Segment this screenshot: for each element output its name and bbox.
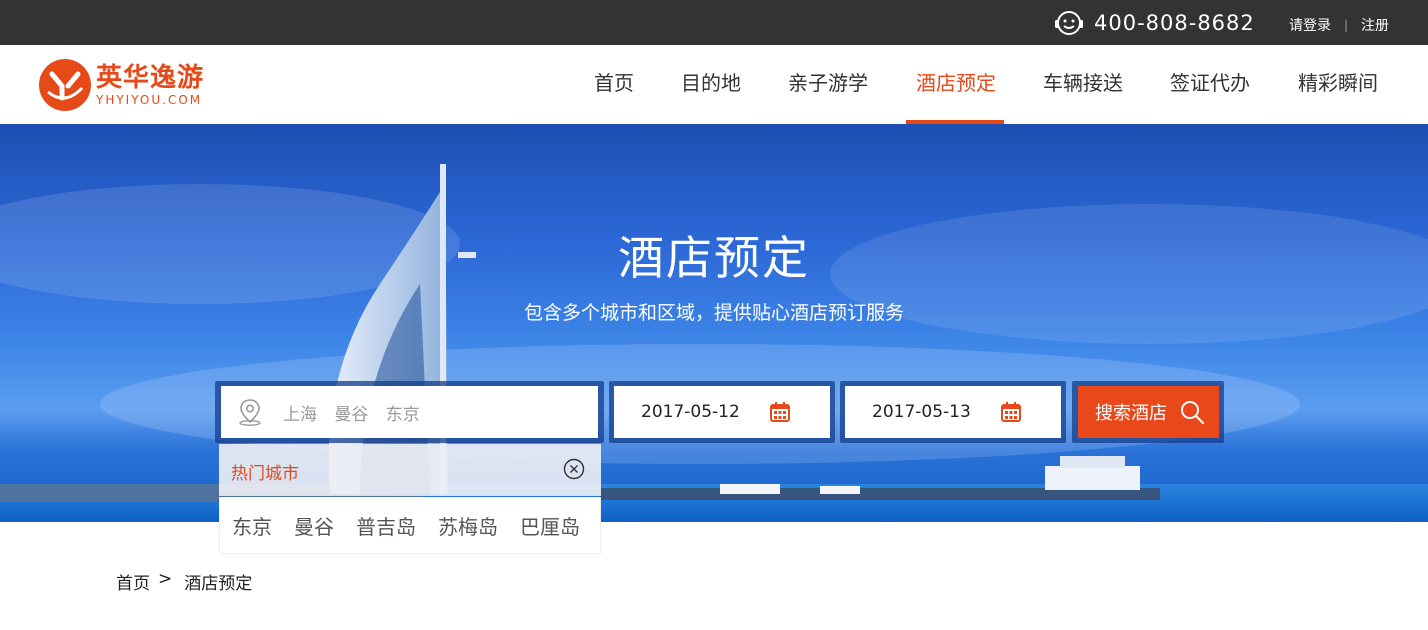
- hot-city-item[interactable]: 曼谷: [294, 511, 334, 540]
- logo-name-cn: 英华逸游: [96, 63, 205, 93]
- hot-city-item[interactable]: 巴厘岛: [520, 511, 580, 540]
- headset-smiley-icon: [1055, 11, 1083, 35]
- nav-home[interactable]: 首页: [594, 45, 634, 124]
- top-utility-bar: 400-808-8682 请登录 | 注册: [0, 0, 1428, 45]
- phone-number: 400-808-8682: [1094, 11, 1255, 35]
- location-pin-icon: [239, 399, 261, 426]
- nav-family-study[interactable]: 亲子游学: [788, 45, 868, 124]
- checkin-date-field[interactable]: 2017-05-12: [614, 386, 830, 438]
- search-button-label: 搜索酒店: [1095, 403, 1167, 424]
- checkout-date: 2017-05-13: [872, 402, 971, 422]
- calendar-icon: [770, 402, 790, 422]
- breadcrumb-separator: >: [158, 569, 173, 589]
- checkin-date: 2017-05-12: [641, 402, 740, 422]
- nav-car-transfer[interactable]: 车辆接送: [1043, 45, 1123, 124]
- auth-separator: |: [1344, 18, 1349, 32]
- city-input[interactable]: 上海 曼谷 东京: [221, 386, 598, 438]
- search-hotel-button[interactable]: 搜索酒店: [1078, 386, 1219, 438]
- auth-links: 请登录 | 注册: [1289, 15, 1389, 35]
- nav-highlights[interactable]: 精彩瞬间: [1298, 45, 1378, 124]
- logo-name-en: YHYIYOU.COM: [96, 93, 203, 107]
- hot-cities-header: 热门城市: [219, 444, 601, 496]
- nav-destinations[interactable]: 目的地: [681, 45, 741, 124]
- magnifier-icon: [1181, 401, 1205, 425]
- close-circle-icon[interactable]: [563, 458, 585, 480]
- breadcrumb: 首页 > 酒店预定: [116, 569, 252, 594]
- hero-subtitle: 包含多个城市和区域，提供贴心酒店预订服务: [523, 302, 904, 324]
- hotline: 400-808-8682: [1054, 8, 1255, 38]
- hero-banner: 酒店预定 包含多个城市和区域，提供贴心酒店预订服务: [0, 124, 1428, 522]
- hot-city-item[interactable]: 苏梅岛: [438, 511, 498, 540]
- calendar-icon: [1001, 402, 1021, 422]
- login-link[interactable]: 请登录: [1289, 15, 1331, 35]
- hot-cities-title: 热门城市: [231, 464, 299, 484]
- hot-cities-list: 东京 曼谷 普吉岛 苏梅岛 巴厘岛: [219, 497, 601, 554]
- logo-text: 英华逸游 YHYIYOU.COM: [96, 63, 204, 107]
- register-link[interactable]: 注册: [1361, 15, 1389, 35]
- hot-city-item[interactable]: 东京: [232, 511, 272, 540]
- hot-city-item[interactable]: 普吉岛: [356, 511, 416, 540]
- breadcrumb-home[interactable]: 首页: [116, 569, 150, 594]
- checkout-date-field[interactable]: 2017-05-13: [845, 386, 1061, 438]
- logo-mark-icon: [39, 59, 91, 111]
- nav-visa[interactable]: 签证代办: [1170, 45, 1250, 124]
- breadcrumb-current: 酒店预定: [184, 574, 253, 594]
- site-logo[interactable]: 英华逸游 YHYIYOU.COM: [38, 57, 204, 113]
- city-placeholder: 上海 曼谷 东京: [283, 404, 420, 425]
- nav-hotel-booking[interactable]: 酒店预定: [906, 45, 1004, 124]
- hero-title: 酒店预定: [618, 231, 810, 285]
- main-header: 英华逸游 YHYIYOU.COM 首页 目的地 亲子游学 酒店预定 车辆接送 签…: [0, 45, 1428, 124]
